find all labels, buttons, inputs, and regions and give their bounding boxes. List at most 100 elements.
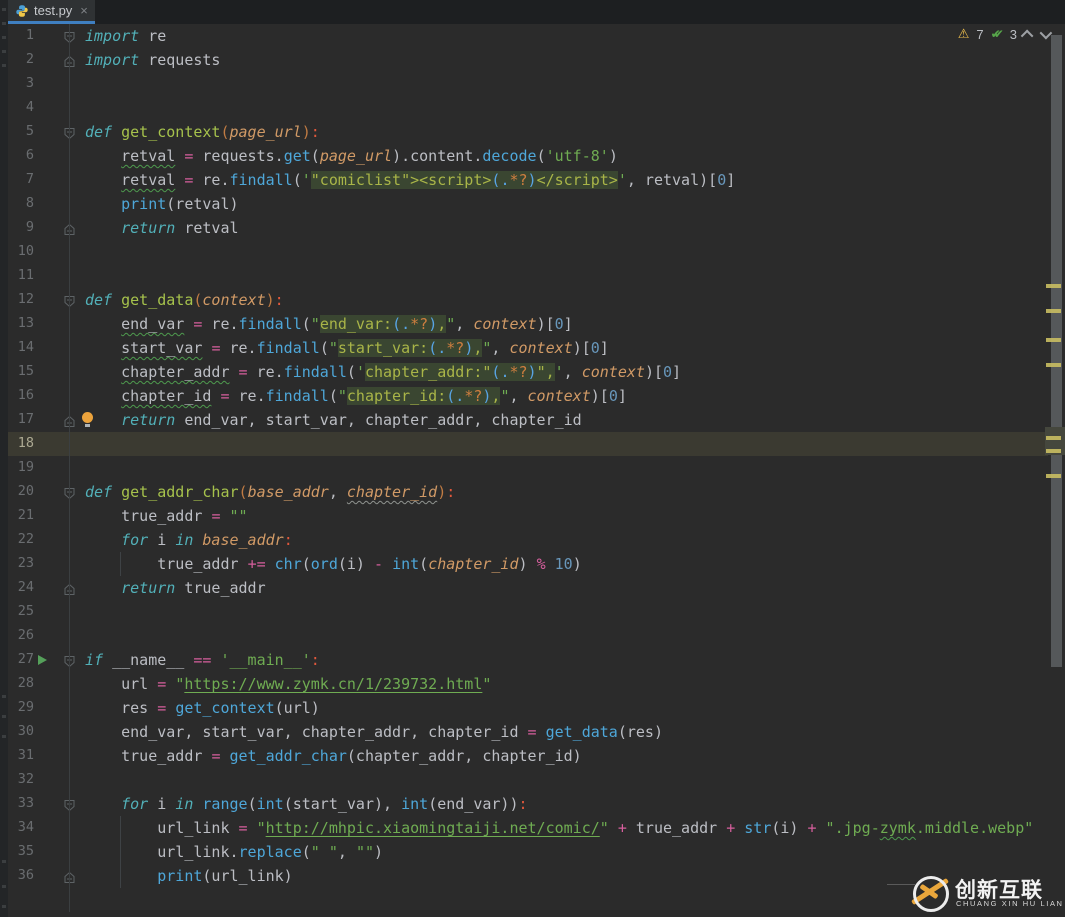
code-line[interactable]: 5def get_context(page_url):	[0, 120, 1048, 144]
line-number[interactable]: 21	[6, 507, 34, 523]
line-number[interactable]: 32	[6, 771, 34, 787]
code-token: findall	[266, 387, 329, 405]
line-number[interactable]: 15	[6, 363, 34, 379]
warning-stripe-mark[interactable]	[1046, 338, 1061, 342]
line-number[interactable]: 6	[6, 147, 34, 163]
warning-stripe-mark[interactable]	[1046, 284, 1061, 288]
line-number[interactable]: 11	[6, 267, 34, 283]
code-line[interactable]: 30 end_var, start_var, chapter_addr, cha…	[0, 720, 1048, 744]
line-number[interactable]: 18	[6, 435, 34, 451]
line-number[interactable]: 17	[6, 411, 34, 427]
intention-bulb-icon[interactable]	[81, 412, 94, 427]
code-line[interactable]: 14 start_var = re.findall("start_var:(.*…	[0, 336, 1048, 360]
code-token: def	[85, 123, 121, 141]
line-number[interactable]: 4	[6, 99, 34, 115]
code-line[interactable]: 24 return true_addr	[0, 576, 1048, 600]
code-line[interactable]: 1import re	[0, 24, 1048, 48]
line-number[interactable]: 14	[6, 339, 34, 355]
code-line[interactable]: 10	[0, 240, 1048, 264]
line-number[interactable]: 3	[6, 75, 34, 91]
code-token	[85, 795, 121, 813]
line-number[interactable]: 28	[6, 675, 34, 691]
line-number[interactable]: 9	[6, 219, 34, 235]
warning-stripe-mark[interactable]	[1046, 449, 1061, 453]
code-token: chapter_addr	[121, 363, 229, 381]
previous-problem-button[interactable]	[1021, 29, 1034, 42]
code-token: :	[519, 795, 528, 813]
line-number[interactable]: 25	[6, 603, 34, 619]
code-line[interactable]: 22 for i in base_addr:	[0, 528, 1048, 552]
code-line[interactable]: 18	[0, 432, 1048, 456]
code-line[interactable]: 25	[0, 600, 1048, 624]
code-token	[537, 723, 546, 741]
line-number[interactable]: 29	[6, 699, 34, 715]
code-line[interactable]: 26	[0, 624, 1048, 648]
line-number[interactable]: 1	[6, 27, 34, 43]
line-number[interactable]: 8	[6, 195, 34, 211]
warning-stripe-mark[interactable]	[1046, 474, 1061, 478]
line-number[interactable]: 35	[6, 843, 34, 859]
line-number[interactable]: 7	[6, 171, 34, 187]
line-number[interactable]: 10	[6, 243, 34, 259]
tab-close-icon[interactable]: ×	[80, 3, 88, 18]
warning-stripe-mark[interactable]	[1046, 436, 1061, 440]
code-token: ,	[455, 315, 473, 333]
code-line[interactable]: 12def get_data(context):	[0, 288, 1048, 312]
line-number[interactable]: 20	[6, 483, 34, 499]
line-number[interactable]: 16	[6, 387, 34, 403]
code-line[interactable]: 19	[0, 456, 1048, 480]
code-token: ).content.	[392, 147, 482, 165]
line-number[interactable]: 30	[6, 723, 34, 739]
code-line[interactable]: 2import requests	[0, 48, 1048, 72]
line-number[interactable]: 34	[6, 819, 34, 835]
code-line[interactable]: 6 retval = requests.get(page_url).conten…	[0, 144, 1048, 168]
code-line[interactable]: 34 url_link = "http://mhpic.xiaomingtaij…	[0, 816, 1048, 840]
code-line[interactable]: 23 true_addr += chr(ord(i) - int(chapter…	[0, 552, 1048, 576]
line-number[interactable]: 31	[6, 747, 34, 763]
line-number[interactable]: 13	[6, 315, 34, 331]
code-token: )[	[645, 363, 663, 381]
code-line[interactable]: 16 chapter_id = re.findall("chapter_id:(…	[0, 384, 1048, 408]
code-line[interactable]: 21 true_addr = ""	[0, 504, 1048, 528]
code-line[interactable]: 32	[0, 768, 1048, 792]
code-line[interactable]: 13 end_var = re.findall("end_var:(.*?),"…	[0, 312, 1048, 336]
warning-stripe-mark[interactable]	[1046, 363, 1061, 367]
line-number[interactable]: 23	[6, 555, 34, 571]
inspection-widget[interactable]: ⚠ 7 ✔✔ 3	[958, 26, 1049, 42]
code-line[interactable]: 29 res = get_context(url)	[0, 696, 1048, 720]
code-line[interactable]: 17 return end_var, start_var, chapter_ad…	[0, 408, 1048, 432]
code-line[interactable]: 31 true_addr = get_addr_char(chapter_add…	[0, 744, 1048, 768]
code-line[interactable]: 27if __name__ == '__main__':	[0, 648, 1048, 672]
editor[interactable]: 1import re2import requests345def get_con…	[0, 24, 1048, 888]
code-line[interactable]: 7 retval = re.findall('"comiclist"><scri…	[0, 168, 1048, 192]
code-line[interactable]: 4	[0, 96, 1048, 120]
line-number[interactable]: 5	[6, 123, 34, 139]
code-line[interactable]: 8 print(retval)	[0, 192, 1048, 216]
code-line[interactable]: 33 for i in range(int(start_var), int(en…	[0, 792, 1048, 816]
line-number[interactable]: 19	[6, 459, 34, 475]
code-token: +=	[248, 555, 266, 573]
code-line[interactable]: 35 url_link.replace(" ", "")	[0, 840, 1048, 864]
tab-test-py[interactable]: test.py ×	[8, 0, 95, 24]
line-number[interactable]: 27	[6, 651, 34, 667]
warning-stripe-mark[interactable]	[1046, 309, 1061, 313]
code-token: url_link.	[85, 843, 239, 861]
code-line[interactable]: 11	[0, 264, 1048, 288]
code-text: url = "https://www.zymk.cn/1/239732.html…	[85, 672, 491, 696]
line-number[interactable]: 26	[6, 627, 34, 643]
line-number[interactable]: 22	[6, 531, 34, 547]
line-number[interactable]: 24	[6, 579, 34, 595]
code-token: ]	[600, 339, 609, 357]
code-line[interactable]: 28 url = "https://www.zymk.cn/1/239732.h…	[0, 672, 1048, 696]
code-line[interactable]: 20def get_addr_char(base_addr, chapter_i…	[0, 480, 1048, 504]
run-button[interactable]	[38, 655, 47, 665]
line-number[interactable]: 12	[6, 291, 34, 307]
code-line[interactable]: 3	[0, 72, 1048, 96]
line-number[interactable]: 36	[6, 867, 34, 883]
code-line[interactable]: 9 return retval	[0, 216, 1048, 240]
line-number[interactable]: 33	[6, 795, 34, 811]
line-number[interactable]: 2	[6, 51, 34, 67]
scrollbar-thumb[interactable]	[1051, 35, 1062, 667]
code-token: .	[437, 339, 446, 357]
code-line[interactable]: 15 chapter_addr = re.findall('chapter_ad…	[0, 360, 1048, 384]
